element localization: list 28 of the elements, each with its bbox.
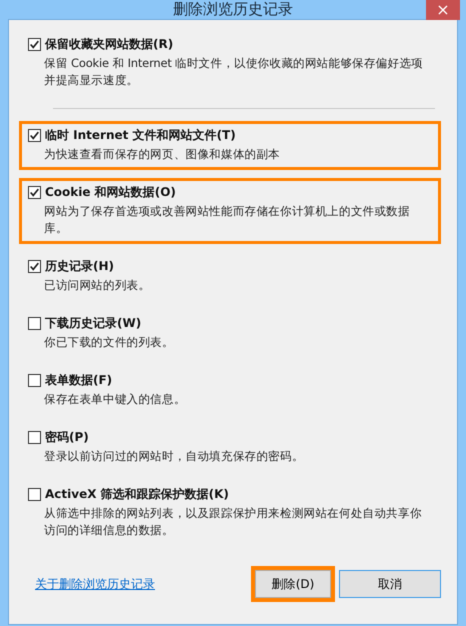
checkbox[interactable] <box>28 317 41 330</box>
checkbox[interactable] <box>28 374 41 387</box>
option-description: 保存在表单中键入的信息。 <box>43 391 187 408</box>
option-label[interactable]: Cookie 和网站数据(O) <box>45 184 176 201</box>
option-label[interactable]: 保留收藏夹网站数据(R) <box>45 36 174 53</box>
option-label[interactable]: ActiveX 筛选和跟踪保护数据(K) <box>45 486 229 503</box>
option-description: 从筛选中排除的网站列表，以及跟踪保护用来检测网站在何处自动共享你访问的详细信息的数据。 <box>43 505 423 539</box>
checkbox[interactable] <box>28 260 41 273</box>
checkbox[interactable] <box>28 186 41 199</box>
option-description: 网站为了保存首选项或改善网站性能而存储在你计算机上的文件或数据库。 <box>43 203 411 237</box>
option-description: 保留 Cookie 和 Internet 临时文件，以使你收藏的网站能够保存偏好选项并提高显示速度。 <box>43 55 424 89</box>
option-label[interactable]: 表单数据(F) <box>45 372 112 389</box>
checkbox[interactable] <box>28 129 41 142</box>
option-label[interactable]: 密码(P) <box>45 429 89 446</box>
option-description: 已访问网站的列表。 <box>43 277 152 294</box>
option-label[interactable]: 历史记录(H) <box>45 258 114 275</box>
option-description: 登录以前访问过的网站时，自动填充保存的密码。 <box>43 448 305 465</box>
option-label[interactable]: 临时 Internet 文件和网站文件(T) <box>45 127 236 144</box>
option-description: 为快速查看而保存的网页、图像和媒体的副本 <box>43 146 282 163</box>
close-button[interactable]: × <box>426 0 460 20</box>
cancel-button[interactable]: 取消 <box>339 570 441 598</box>
window-title: 删除浏览历史记录 <box>173 0 293 19</box>
option-description: 你已下载的文件的列表。 <box>43 334 175 351</box>
checkbox[interactable] <box>28 488 41 501</box>
option-label[interactable]: 下载历史记录(W) <box>45 315 142 332</box>
checkbox[interactable] <box>28 431 41 444</box>
help-link[interactable]: 关于删除浏览历史记录 <box>35 576 155 592</box>
checkbox[interactable] <box>28 38 41 51</box>
